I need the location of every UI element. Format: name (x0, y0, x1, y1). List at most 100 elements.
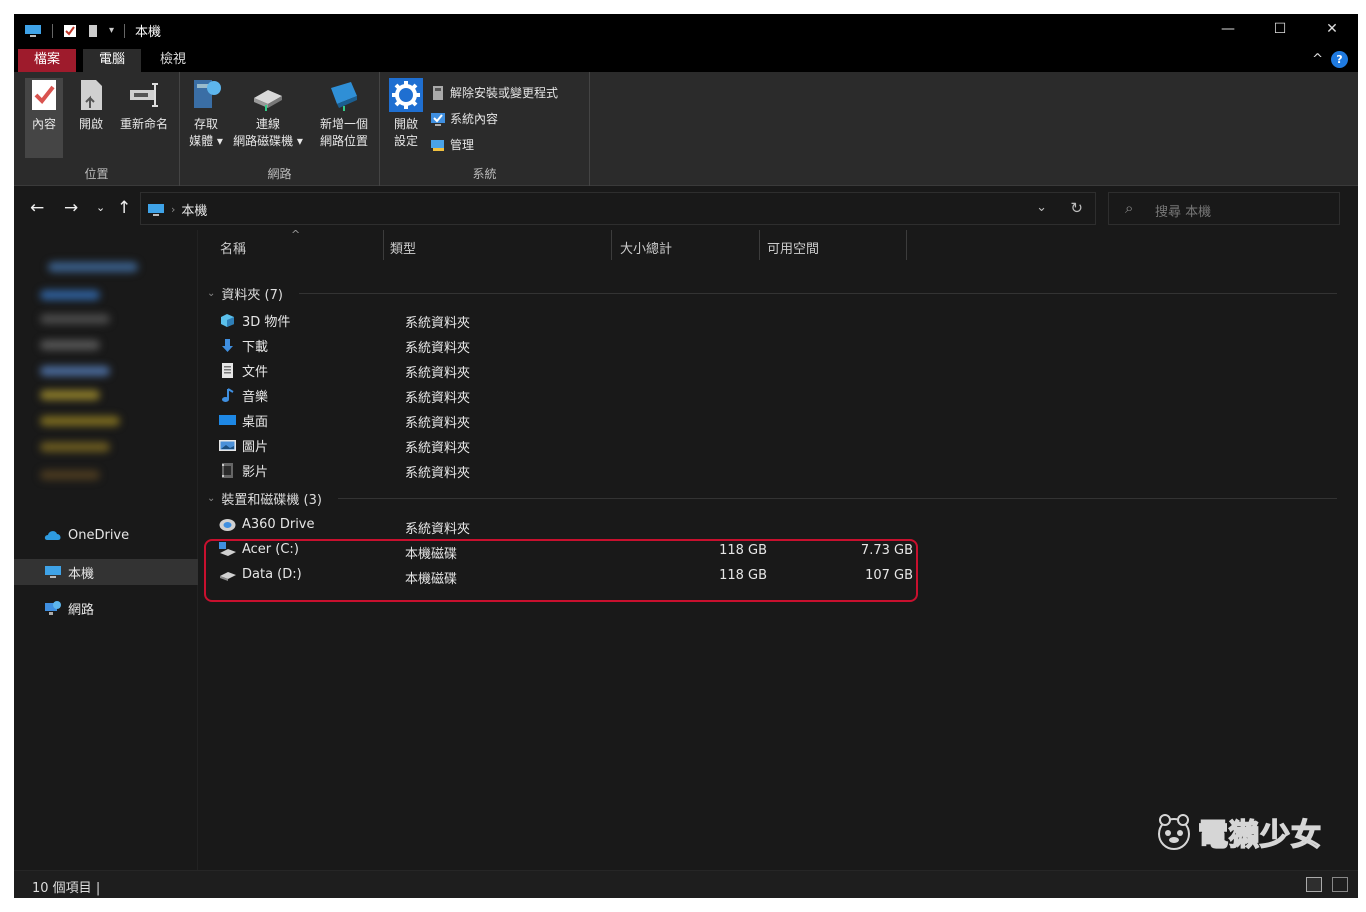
column-type[interactable]: 類型 (390, 238, 416, 257)
item-name-label: 下載 (242, 340, 269, 355)
column-total-size[interactable]: 大小總計 (620, 238, 672, 257)
tab-file[interactable]: 檔案 (18, 49, 77, 72)
refresh-icon[interactable]: ↻ (1070, 199, 1083, 217)
open-button[interactable]: 開啟 (74, 78, 108, 133)
navigation-pane: OneDrive 本機 網路 (14, 230, 198, 870)
qat-dropdown-icon[interactable]: ▾ (109, 25, 114, 36)
maximize-button[interactable]: ☐ (1254, 14, 1306, 44)
media-icon (189, 78, 223, 112)
address-bar[interactable]: › 本機 ⌄ ↻ (140, 192, 1096, 225)
list-item[interactable]: 3D 物件 系統資料夾 (219, 308, 919, 332)
manage-label: 管理 (450, 138, 475, 152)
item-name-label: 影片 (242, 465, 269, 480)
recent-locations-chevron-icon[interactable]: ⌄ (96, 201, 105, 214)
manage-button[interactable]: 管理 (430, 136, 474, 153)
map-drive-line1: 連線 (255, 117, 280, 131)
minimize-button[interactable]: — (1202, 14, 1254, 44)
details-view-icon[interactable] (1306, 877, 1322, 892)
rename-label: 重新命名 (119, 117, 168, 131)
column-divider[interactable] (906, 230, 907, 260)
ribbon-tab-actions: ^ ? (1312, 51, 1348, 68)
uninstall-programs-button[interactable]: 解除安裝或變更程式 (430, 84, 558, 101)
item-name: A360 Drive (219, 517, 315, 532)
breadcrumb-separator-icon: › (171, 203, 176, 216)
music-icon (222, 388, 234, 402)
window-controls: — ☐ ✕ (1202, 14, 1358, 44)
open-settings-line1: 開啟 (393, 117, 418, 131)
tab-view[interactable]: 檢視 (144, 49, 202, 72)
item-name-label: 桌面 (242, 415, 269, 430)
up-arrow-icon[interactable]: ↑ (117, 198, 131, 218)
nav-onedrive-label: OneDrive (68, 527, 130, 543)
document-icon (222, 363, 233, 378)
properties-icon (27, 78, 61, 112)
address-row: ← → ⌄ ↑ › 本機 ⌄ ↻ ⌕ 搜尋 本機 (14, 186, 1358, 230)
open-settings-button[interactable]: 開啟 設定 (388, 78, 424, 150)
group-header-folders[interactable]: ⌄ 資料夾 (7) (207, 282, 1337, 304)
access-media-button[interactable]: 存取 媒體 ▾ (186, 78, 226, 150)
add-location-line2: 網路位置 (319, 134, 368, 148)
help-icon[interactable]: ? (1331, 51, 1348, 68)
rename-button[interactable]: 重新命名 (116, 78, 172, 133)
nav-onedrive[interactable]: OneDrive (14, 522, 198, 548)
group-folders-label: 資料夾 (7) (221, 287, 283, 303)
list-item[interactable]: 桌面 系統資料夾 (219, 408, 919, 432)
item-type: 系統資料夾 (405, 466, 471, 481)
close-button[interactable]: ✕ (1306, 14, 1358, 44)
explorer-window: ▾ 本機 — ☐ ✕ 檔案 電腦 檢視 ^ ? 內容 開啟 重新命名 位置 存取… (14, 14, 1358, 898)
column-divider[interactable] (611, 230, 612, 260)
add-network-location-button[interactable]: 新增一個 網路位置 (314, 78, 374, 150)
column-divider[interactable] (383, 230, 384, 260)
list-item[interactable]: 音樂 系統資料夾 (219, 383, 919, 407)
search-box[interactable]: ⌕ 搜尋 本機 (1108, 192, 1340, 225)
nav-this-pc[interactable]: 本機 (14, 559, 198, 585)
list-item[interactable]: 文件 系統資料夾 (219, 358, 919, 382)
item-type: 系統資料夾 (405, 366, 471, 381)
column-free-space[interactable]: 可用空間 (767, 238, 819, 257)
list-item[interactable]: 影片 系統資料夾 (219, 458, 919, 482)
list-item[interactable]: 下載 系統資料夾 (219, 333, 919, 357)
back-arrow-icon[interactable]: ← (30, 198, 44, 218)
breadcrumb-this-pc[interactable]: 本機 (181, 200, 207, 219)
separator (52, 23, 53, 38)
tab-computer[interactable]: 電腦 (83, 49, 142, 72)
view-switcher (1306, 877, 1348, 892)
item-type: 系統資料夾 (405, 341, 471, 356)
network-location-icon (327, 78, 361, 112)
item-name-label: 3D 物件 (242, 315, 291, 330)
system-properties-button[interactable]: 系統內容 (430, 110, 498, 127)
uninstall-label: 解除安裝或變更程式 (450, 86, 559, 100)
map-drive-button[interactable]: 連線 網路磁碟機 ▾ (232, 78, 304, 150)
sort-ascending-icon: ^ (291, 228, 301, 241)
new-folder-qat-icon[interactable] (87, 24, 99, 38)
access-media-line2: 媒體 ▾ (189, 134, 223, 148)
search-icon: ⌕ (1125, 199, 1134, 217)
title-bar: ▾ 本機 — ☐ ✕ (14, 14, 1358, 46)
item-type: 系統資料夾 (405, 391, 471, 406)
properties-button[interactable]: 內容 (25, 78, 63, 158)
large-icons-view-icon[interactable] (1332, 877, 1348, 892)
desktop-icon (219, 415, 236, 425)
item-name: 音樂 (219, 386, 268, 405)
collapse-chevron-icon: ⌄ (207, 492, 216, 504)
file-list: ^ 名稱 類型 大小總計 可用空間 ⌄ 資料夾 (7) 3D 物件 系統資料夾 (199, 228, 1358, 870)
list-item[interactable]: A360 Drive 系統資料夾 (219, 514, 919, 538)
open-icon (74, 78, 108, 112)
group-header-devices[interactable]: ⌄ 裝置和磁碟機 (3) (207, 487, 1337, 509)
collapse-ribbon-icon[interactable]: ^ (1312, 52, 1323, 67)
video-icon (222, 463, 233, 478)
forward-arrow-icon[interactable]: → (64, 198, 78, 218)
column-name[interactable]: 名稱 (220, 238, 246, 257)
address-dropdown-icon[interactable]: ⌄ (1036, 200, 1047, 215)
column-headers: ^ 名稱 類型 大小總計 可用空間 (199, 228, 1358, 262)
properties-label: 內容 (31, 117, 56, 131)
column-divider[interactable] (759, 230, 760, 260)
nav-network[interactable]: 網路 (14, 595, 198, 621)
item-type: 系統資料夾 (405, 316, 471, 331)
list-item[interactable]: 圖片 系統資料夾 (219, 433, 919, 457)
properties-qat-icon[interactable] (63, 24, 77, 38)
ribbon-group-location: 內容 開啟 重新命名 位置 (14, 72, 180, 186)
otter-mascot-icon (1158, 814, 1190, 850)
search-placeholder: 搜尋 本機 (1155, 205, 1212, 220)
item-type: 系統資料夾 (405, 416, 471, 431)
